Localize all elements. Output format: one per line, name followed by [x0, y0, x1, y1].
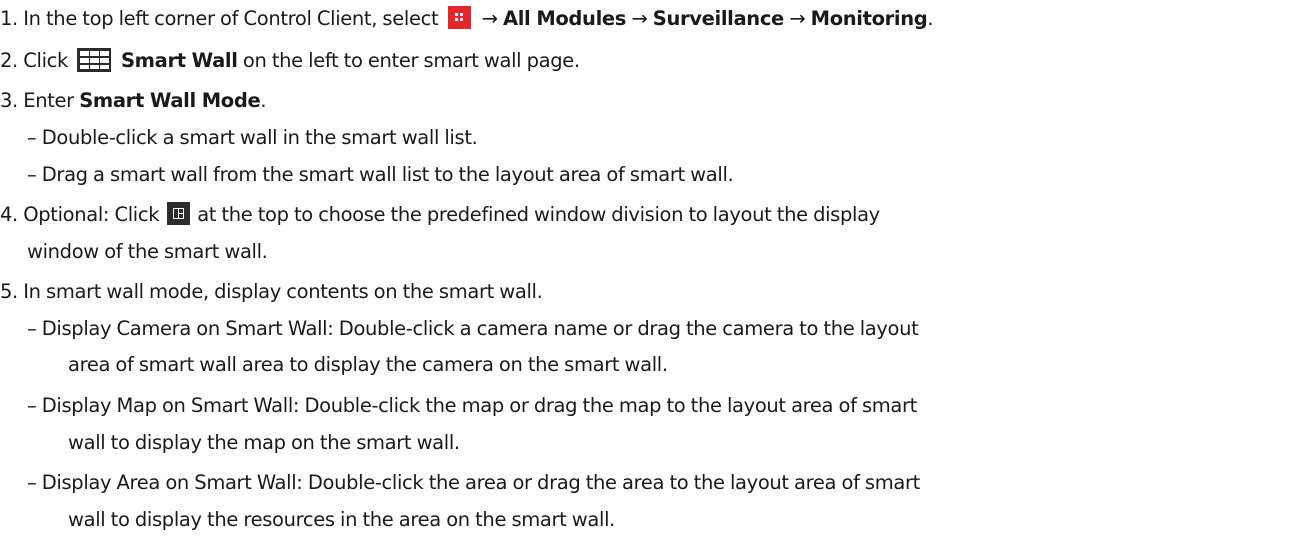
- smart-wall-icon: [76, 47, 111, 72]
- arrow: →: [789, 7, 806, 30]
- all-modules-icon: [448, 6, 472, 29]
- step-2: 2. Click Smart Wall on the left to enter…: [0, 46, 580, 76]
- arrow: →: [481, 7, 498, 30]
- step-3-bullet: – Double-click a smart wall in the smart…: [27, 126, 478, 149]
- smart-wall-label: Smart Wall: [120, 49, 238, 72]
- instructions-document: 1. In the top left corner of Control Cli…: [0, 0, 1302, 544]
- step-4-suffix: at the top to choose the predefined wind…: [197, 203, 880, 226]
- step-5-bullet-continuation: wall to display the resources in the are…: [68, 508, 615, 531]
- step-1-suffix: .: [927, 7, 934, 30]
- step-5-bullet: – Display Area on Smart Wall: Double-cli…: [27, 471, 920, 494]
- step-2-suffix: on the left to enter smart wall page.: [237, 49, 580, 72]
- monitoring-label: Monitoring: [810, 7, 928, 30]
- step-5: 5. In smart wall mode, display contents …: [0, 280, 543, 303]
- window-division-icon: [167, 202, 191, 225]
- step-1: 1. In the top left corner of Control Cli…: [0, 4, 934, 34]
- surveillance-label: Surveillance: [652, 7, 785, 30]
- smart-wall-mode-label: Smart Wall Mode: [79, 89, 261, 112]
- step-4-continuation: window of the smart wall.: [27, 240, 268, 263]
- step-1-prefix: 1. In the top left corner of Control Cli…: [0, 7, 439, 30]
- step-5-bullet: – Display Camera on Smart Wall: Double-c…: [27, 317, 919, 340]
- step-3-suffix: .: [260, 89, 267, 112]
- step-5-bullet-continuation: area of smart wall area to display the c…: [68, 353, 668, 376]
- step-3-prefix: 3. Enter: [0, 89, 80, 112]
- step-4-prefix: 4. Optional: Click: [0, 203, 160, 226]
- all-modules-label: All Modules: [502, 7, 627, 30]
- step-5-bullet-continuation: wall to display the map on the smart wal…: [68, 431, 460, 454]
- step-4: 4. Optional: Click at the top to choose …: [0, 200, 880, 230]
- step-3-bullet: – Drag a smart wall from the smart wall …: [27, 163, 734, 186]
- step-5-bullet: – Display Map on Smart Wall: Double-clic…: [27, 394, 917, 417]
- step-3: 3. Enter Smart Wall Mode.: [0, 86, 267, 116]
- step-2-prefix: 2. Click: [0, 49, 68, 72]
- arrow: →: [631, 7, 648, 30]
